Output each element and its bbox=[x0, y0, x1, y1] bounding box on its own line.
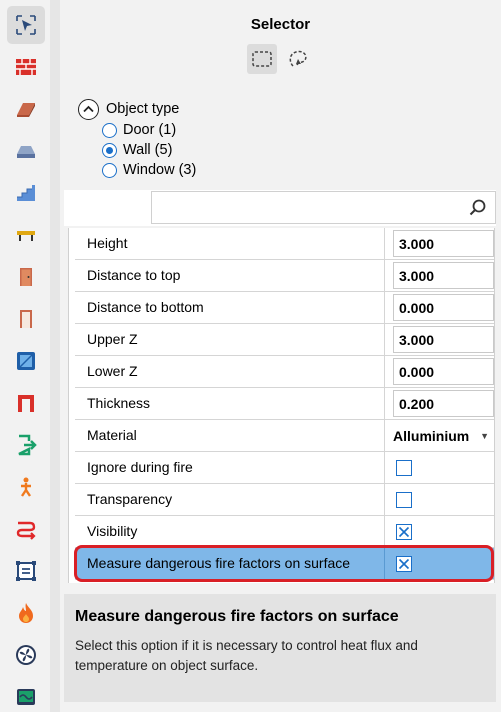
property-row-distance-to-top[interactable]: Distance to top 3.000 bbox=[75, 260, 494, 292]
search-input[interactable] bbox=[151, 191, 496, 224]
fire-icon[interactable] bbox=[7, 594, 45, 632]
open-door-icon[interactable] bbox=[7, 300, 45, 338]
property-name: Transparency bbox=[75, 484, 385, 515]
property-row-height[interactable]: Height 3.000 bbox=[75, 228, 494, 260]
property-name: Visibility bbox=[75, 516, 385, 547]
tools-toolbar bbox=[0, 0, 50, 712]
radio-door[interactable]: Door (1) bbox=[102, 120, 278, 140]
property-row-upper-z[interactable]: Upper Z 3.000 bbox=[75, 324, 494, 356]
opening-icon[interactable] bbox=[7, 384, 45, 422]
door-icon[interactable] bbox=[7, 258, 45, 296]
panel-splitter[interactable] bbox=[50, 0, 60, 712]
property-row-thickness[interactable]: Thickness 0.200 bbox=[75, 388, 494, 420]
property-name: Upper Z bbox=[75, 324, 385, 355]
visibility-checkbox[interactable] bbox=[396, 523, 412, 540]
property-row-ignore-during-fire[interactable]: Ignore during fire bbox=[75, 452, 494, 484]
selector-icon[interactable] bbox=[7, 6, 45, 44]
highlight-outline bbox=[74, 545, 494, 582]
height-field[interactable]: 3.000 bbox=[393, 230, 494, 257]
exit-icon[interactable] bbox=[7, 426, 45, 464]
search-bar bbox=[64, 190, 496, 226]
fan-icon[interactable] bbox=[7, 636, 45, 674]
chevron-up-icon[interactable] bbox=[78, 98, 99, 120]
property-name: Thickness bbox=[75, 388, 385, 419]
property-description: Measure dangerous fire factors on surfac… bbox=[64, 594, 496, 702]
radio-label: Wall (5) bbox=[123, 142, 173, 158]
search-icon[interactable] bbox=[469, 199, 487, 217]
property-row-material[interactable]: Material Alluminium ▼ bbox=[75, 420, 494, 452]
object-type-label: Object type bbox=[106, 101, 180, 117]
radio-wall[interactable]: Wall (5) bbox=[102, 140, 278, 160]
lasso-select-icon[interactable] bbox=[283, 44, 313, 74]
object-type-group: Object type Door (1) Wall (5) Window (3) bbox=[78, 98, 278, 180]
object-type-header[interactable]: Object type bbox=[78, 98, 278, 120]
radio-button[interactable] bbox=[102, 122, 117, 138]
property-name: Lower Z bbox=[75, 356, 385, 387]
property-row-visibility[interactable]: Visibility bbox=[75, 516, 494, 548]
bench-icon[interactable] bbox=[7, 216, 45, 254]
route-icon[interactable] bbox=[7, 510, 45, 548]
brick-wall-icon[interactable] bbox=[7, 48, 45, 86]
app-window: Selector Object type Door (1) Wall (5) W… bbox=[0, 0, 501, 712]
material-select[interactable]: Alluminium ▼ bbox=[385, 420, 494, 451]
obstacle-icon[interactable] bbox=[7, 132, 45, 170]
description-title: Measure dangerous fire factors on surfac… bbox=[75, 608, 399, 625]
property-name: Material bbox=[75, 420, 385, 451]
radio-button[interactable] bbox=[102, 162, 117, 178]
property-name: Distance to bottom bbox=[75, 292, 385, 323]
property-grid: Height 3.000 Distance to top 3.000 Dista… bbox=[68, 228, 495, 583]
selector-panel: Selector Object type Door (1) Wall (5) W… bbox=[60, 0, 501, 712]
window-icon[interactable] bbox=[7, 342, 45, 380]
area-icon[interactable] bbox=[7, 552, 45, 590]
radio-label: Window (3) bbox=[123, 162, 197, 178]
distance-to-bottom-field[interactable]: 0.000 bbox=[393, 294, 494, 321]
property-row-distance-to-bottom[interactable]: Distance to bottom 0.000 bbox=[75, 292, 494, 324]
ignore-during-fire-checkbox[interactable] bbox=[396, 459, 412, 476]
monitor-icon[interactable] bbox=[7, 678, 45, 712]
material-value: Alluminium bbox=[393, 427, 470, 444]
radio-window[interactable]: Window (3) bbox=[102, 160, 278, 180]
property-name: Ignore during fire bbox=[75, 452, 385, 483]
panel-title: Selector bbox=[250, 16, 311, 33]
property-row-lower-z[interactable]: Lower Z 0.000 bbox=[75, 356, 494, 388]
person-icon[interactable] bbox=[7, 468, 45, 506]
radio-button-selected[interactable] bbox=[102, 142, 117, 158]
property-name: Height bbox=[75, 228, 385, 259]
dropdown-arrow-icon[interactable]: ▼ bbox=[480, 431, 489, 441]
property-name: Distance to top bbox=[75, 260, 385, 291]
rectangle-select-icon[interactable] bbox=[247, 44, 277, 74]
thickness-field[interactable]: 0.200 bbox=[393, 390, 494, 417]
upper-z-field[interactable]: 3.000 bbox=[393, 326, 494, 353]
slab-icon[interactable] bbox=[7, 90, 45, 128]
lower-z-field[interactable]: 0.000 bbox=[393, 358, 494, 385]
radio-label: Door (1) bbox=[123, 122, 177, 138]
property-row-transparency[interactable]: Transparency bbox=[75, 484, 494, 516]
distance-to-top-field[interactable]: 3.000 bbox=[393, 262, 494, 289]
transparency-checkbox[interactable] bbox=[396, 491, 412, 508]
description-text: Select this option if it is necessary to… bbox=[75, 638, 418, 673]
stairs-icon[interactable] bbox=[7, 174, 45, 212]
